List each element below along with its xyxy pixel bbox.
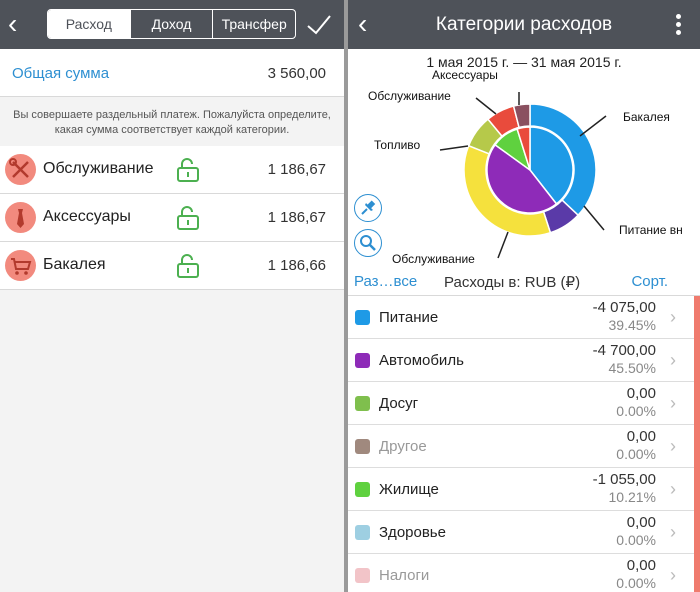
right-header: ‹ Категории расходов (348, 0, 700, 49)
pin-button[interactable] (354, 194, 382, 222)
category-color-swatch (355, 310, 370, 325)
chevron-right-icon: › (670, 350, 676, 370)
chevron-right-icon: › (670, 479, 676, 499)
category-name: Здоровье (379, 524, 446, 541)
category-name: Досуг (379, 395, 419, 412)
type-segmented-control: Расход Доход Трансфер (47, 9, 296, 39)
category-amount[interactable]: 1 186,67 (268, 209, 326, 226)
pie-leader-line (583, 205, 605, 231)
chevron-right-icon: › (670, 393, 676, 413)
pie-label-service: Обслуживание (368, 89, 451, 103)
chevron-right-icon: › (670, 522, 676, 542)
category-name: Бакалея (43, 256, 106, 273)
category-color-swatch (355, 568, 370, 583)
pie-label-food-out: Питание вн (619, 223, 683, 237)
category-percent: 0.00% (616, 446, 656, 462)
category-name: Аксессуары (43, 208, 131, 225)
category-percent: 10.21% (608, 489, 656, 505)
pie-leader-line (439, 145, 469, 151)
pie-label-fuel: Топливо (374, 138, 421, 152)
list-item[interactable]: Здоровье 0,00 0.00% › (348, 511, 694, 554)
tab-transfer[interactable]: Трансфер (213, 10, 295, 38)
shopping-cart-icon (5, 250, 36, 281)
tab-income[interactable]: Доход (131, 10, 214, 38)
category-row-accessories[interactable]: Аксессуары 1 186,67 (0, 194, 344, 242)
category-row-service[interactable]: Обслуживание 1 186,67 (0, 146, 344, 194)
pie-leader-line (497, 231, 509, 259)
expand-all-button[interactable]: Раз…все (354, 273, 417, 290)
category-row-grocery[interactable]: Бакалея 1 186,66 (0, 242, 344, 290)
chevron-right-icon: › (670, 436, 676, 456)
magnifier-icon (360, 235, 376, 251)
zoom-button[interactable] (354, 229, 382, 257)
category-amount: -4 075,00 (592, 299, 656, 316)
category-amount: 0,00 (626, 557, 656, 574)
category-amount: 0,00 (626, 514, 656, 531)
unlock-icon[interactable] (176, 253, 200, 279)
expense-categories-panel: ‹ Категории расходов 1 мая 2015 г. — 31 … (348, 0, 700, 592)
sort-button[interactable]: Сорт. (631, 273, 668, 290)
more-menu-icon[interactable] (676, 14, 682, 36)
scroll-indicator[interactable] (694, 296, 700, 592)
chevron-right-icon: › (670, 307, 676, 327)
list-item[interactable]: Автомобиль -4 700,00 45.50% › (348, 339, 694, 382)
split-note: Вы совершаете раздельный платеж. Пожалуй… (13, 109, 331, 136)
currency-selector[interactable]: Расходы в: RUB (₽) (444, 273, 580, 291)
list-item[interactable]: Досуг 0,00 0.00% › (348, 382, 694, 425)
tie-icon (5, 202, 36, 233)
category-percent: 0.00% (616, 575, 656, 591)
category-percent: 0.00% (616, 403, 656, 419)
category-percent: 39.45% (608, 317, 656, 333)
category-name: Обслуживание (43, 160, 154, 177)
pin-icon (361, 200, 376, 215)
pie-leader-line (579, 115, 607, 137)
category-color-swatch (355, 439, 370, 454)
category-amount: -4 700,00 (592, 342, 656, 359)
page-title: Категории расходов (435, 14, 613, 35)
list-item[interactable]: Жилище -1 055,00 10.21% › (348, 468, 694, 511)
category-color-swatch (355, 525, 370, 540)
category-amount[interactable]: 1 186,66 (268, 257, 326, 274)
unlock-icon[interactable] (176, 157, 200, 183)
category-amount[interactable]: 1 186,67 (268, 161, 326, 178)
category-color-swatch (355, 396, 370, 411)
total-value[interactable]: 3 560,00 (268, 65, 326, 82)
category-name: Жилище (379, 481, 439, 498)
category-name: Автомобиль (379, 352, 464, 369)
category-amount: 0,00 (626, 385, 656, 402)
list-item[interactable]: Другое 0,00 0.00% › (348, 425, 694, 468)
pie-label-service-bottom: Обслуживание (392, 252, 475, 266)
tab-expense[interactable]: Расход (48, 10, 131, 38)
category-amount: -1 055,00 (592, 471, 656, 488)
total-row: Общая сумма 3 560,00 (0, 49, 344, 97)
category-percent: 0.00% (616, 532, 656, 548)
category-color-swatch (355, 353, 370, 368)
back-icon[interactable]: ‹ (8, 10, 28, 38)
wrench-screwdriver-icon (5, 154, 36, 185)
category-name: Другое (379, 438, 427, 455)
split-payment-panel: ‹ Расход Доход Трансфер Общая сумма 3 56… (0, 0, 344, 592)
pie-label-grocery: Бакалея (623, 110, 670, 124)
category-amount: 0,00 (626, 428, 656, 445)
category-name: Питание (379, 309, 439, 326)
category-name: Налоги (379, 567, 430, 584)
list-item[interactable]: Питание -4 075,00 39.45% › (348, 296, 694, 339)
pie-leader-line (475, 97, 497, 115)
unlock-icon[interactable] (176, 205, 200, 231)
left-header: ‹ Расход Доход Трансфер (0, 0, 344, 49)
total-label: Общая сумма (12, 65, 110, 82)
category-percent: 45.50% (608, 360, 656, 376)
category-color-swatch (355, 482, 370, 497)
category-list: Питание -4 075,00 39.45% › Автомобиль -4… (348, 296, 700, 592)
list-toolbar: Раз…все Расходы в: RUB (₽) Сорт. (348, 268, 700, 296)
chevron-right-icon: › (670, 565, 676, 585)
checkmark-icon[interactable] (306, 10, 332, 38)
pie-label-accessories: Аксессуары (432, 68, 498, 82)
list-item[interactable]: Налоги 0,00 0.00% › (348, 554, 694, 592)
